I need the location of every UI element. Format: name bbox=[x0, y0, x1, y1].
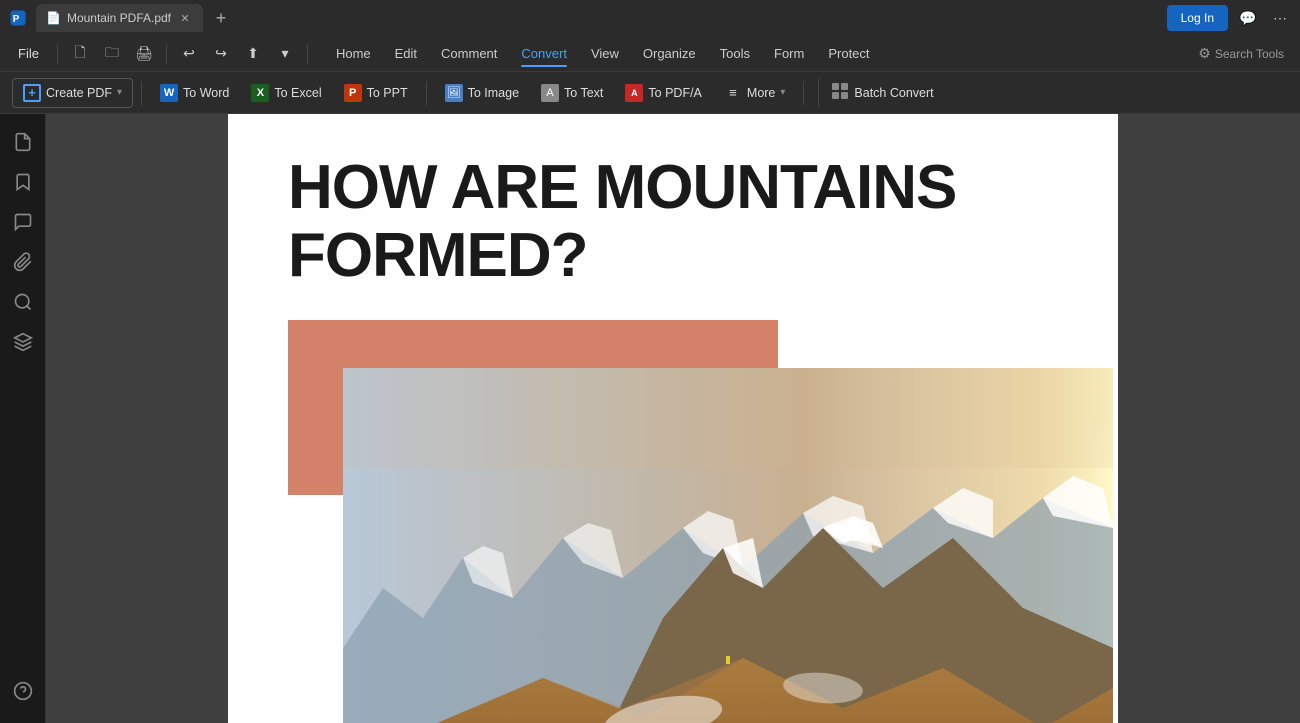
batch-convert-button[interactable]: Batch Convert bbox=[818, 77, 945, 108]
more-icon: ≡ bbox=[724, 84, 742, 102]
sidebar-attachment-icon[interactable] bbox=[5, 244, 41, 280]
batch-convert-icon bbox=[831, 82, 849, 103]
toolbar: + Create PDF ▾ W To Word X To Excel P To… bbox=[0, 72, 1300, 114]
sidebar-help-icon[interactable] bbox=[5, 673, 41, 709]
svg-text:P: P bbox=[13, 14, 20, 25]
menubar: File 🗋 🗀 🖨 ↩ ↪ ⬆ ▾ Home Edit Comment Con… bbox=[0, 36, 1300, 72]
text-icon: A bbox=[541, 84, 559, 102]
sidebar-bottom bbox=[5, 669, 41, 713]
menu-separator-3 bbox=[307, 44, 308, 64]
to-pdfa-button[interactable]: A To PDF/A bbox=[615, 79, 712, 107]
app-icon: P bbox=[8, 8, 28, 28]
pdf-image-section bbox=[288, 320, 1058, 723]
nav-tools[interactable]: Tools bbox=[708, 41, 762, 66]
file-menu[interactable]: File bbox=[8, 42, 49, 65]
message-icon[interactable]: 💬 bbox=[1236, 6, 1260, 30]
new-tab-button[interactable]: + bbox=[207, 4, 235, 32]
sidebar-bookmark-icon[interactable] bbox=[5, 164, 41, 200]
excel-icon: X bbox=[251, 84, 269, 102]
log-in-button[interactable]: Log In bbox=[1167, 5, 1228, 31]
nav-protect[interactable]: Protect bbox=[816, 41, 881, 66]
to-word-label: To Word bbox=[183, 86, 229, 100]
word-icon: W bbox=[160, 84, 178, 102]
main-area: HOW ARE MOUNTAINS FORMED? bbox=[0, 114, 1300, 723]
nav-comment[interactable]: Comment bbox=[429, 41, 509, 66]
to-image-button[interactable]: 🖼 To Image bbox=[435, 79, 529, 107]
batch-convert-label: Batch Convert bbox=[854, 86, 933, 100]
search-tools-label: Search Tools bbox=[1215, 47, 1284, 61]
to-excel-label: To Excel bbox=[274, 86, 321, 100]
more-dropdown-icon: ▾ bbox=[780, 87, 785, 98]
to-text-label: To Text bbox=[564, 86, 603, 100]
more-options-icon[interactable]: ⋯ bbox=[1268, 6, 1292, 30]
sidebar bbox=[0, 114, 46, 723]
nav-view[interactable]: View bbox=[579, 41, 631, 66]
sidebar-search-icon[interactable] bbox=[5, 284, 41, 320]
titlebar: P 📄 Mountain PDFA.pdf ✕ + Log In 💬 ⋯ bbox=[0, 0, 1300, 36]
ppt-icon: P bbox=[344, 84, 362, 102]
nav-menu: Home Edit Comment Convert View Organize … bbox=[324, 41, 882, 66]
more-button[interactable]: ≡ More ▾ bbox=[714, 79, 796, 107]
nav-organize[interactable]: Organize bbox=[631, 41, 708, 66]
create-pdf-icon: + bbox=[23, 84, 41, 102]
search-tools-icon: ⚙ bbox=[1198, 45, 1211, 62]
create-pdf-button[interactable]: + Create PDF ▾ bbox=[12, 78, 133, 108]
nav-convert[interactable]: Convert bbox=[509, 41, 579, 66]
tab-strip: 📄 Mountain PDFA.pdf ✕ + bbox=[36, 4, 1159, 32]
create-pdf-label: Create PDF bbox=[46, 86, 112, 100]
titlebar-actions: Log In 💬 ⋯ bbox=[1167, 5, 1292, 31]
menu-separator-2 bbox=[166, 44, 167, 64]
toolbar-separator-2 bbox=[426, 81, 427, 105]
sidebar-document-icon[interactable] bbox=[5, 124, 41, 160]
image-icon: 🖼 bbox=[445, 84, 463, 102]
tab-mountain-pdf[interactable]: 📄 Mountain PDFA.pdf ✕ bbox=[36, 4, 203, 32]
more-label: More bbox=[747, 86, 775, 100]
redo-icon[interactable]: ↪ bbox=[207, 40, 235, 68]
menu-separator-1 bbox=[57, 44, 58, 64]
nav-form[interactable]: Form bbox=[762, 41, 816, 66]
undo-icon[interactable]: ↩ bbox=[175, 40, 203, 68]
pdf-title: HOW ARE MOUNTAINS FORMED? bbox=[288, 154, 1058, 290]
to-ppt-label: To PPT bbox=[367, 86, 408, 100]
create-pdf-dropdown-icon: ▾ bbox=[117, 87, 122, 98]
to-excel-button[interactable]: X To Excel bbox=[241, 79, 331, 107]
to-ppt-button[interactable]: P To PPT bbox=[334, 79, 418, 107]
nav-edit[interactable]: Edit bbox=[383, 41, 429, 66]
sidebar-comment-icon[interactable] bbox=[5, 204, 41, 240]
share-icon[interactable]: ⬆ bbox=[239, 40, 267, 68]
dropdown-icon[interactable]: ▾ bbox=[271, 40, 299, 68]
open-document-icon[interactable]: 🗀 bbox=[98, 40, 126, 68]
new-document-icon[interactable]: 🗋 bbox=[66, 40, 94, 68]
nav-home[interactable]: Home bbox=[324, 41, 383, 66]
to-image-label: To Image bbox=[468, 86, 519, 100]
tab-title: Mountain PDFA.pdf bbox=[67, 11, 171, 25]
pdf-content: HOW ARE MOUNTAINS FORMED? bbox=[228, 114, 1118, 723]
mountain-image bbox=[343, 368, 1113, 723]
toolbar-separator-3 bbox=[803, 81, 804, 105]
pdf-viewer: HOW ARE MOUNTAINS FORMED? bbox=[46, 114, 1300, 723]
sidebar-layers-icon[interactable] bbox=[5, 324, 41, 360]
to-word-button[interactable]: W To Word bbox=[150, 79, 239, 107]
to-text-button[interactable]: A To Text bbox=[531, 79, 613, 107]
toolbar-separator-1 bbox=[141, 81, 142, 105]
to-pdfa-label: To PDF/A bbox=[648, 86, 702, 100]
pdfa-icon: A bbox=[625, 84, 643, 102]
search-tools-area[interactable]: ⚙ Search Tools bbox=[1190, 41, 1292, 66]
print-icon[interactable]: 🖨 bbox=[130, 40, 158, 68]
tab-close-button[interactable]: ✕ bbox=[177, 10, 193, 26]
pdf-page: HOW ARE MOUNTAINS FORMED? bbox=[228, 114, 1118, 723]
